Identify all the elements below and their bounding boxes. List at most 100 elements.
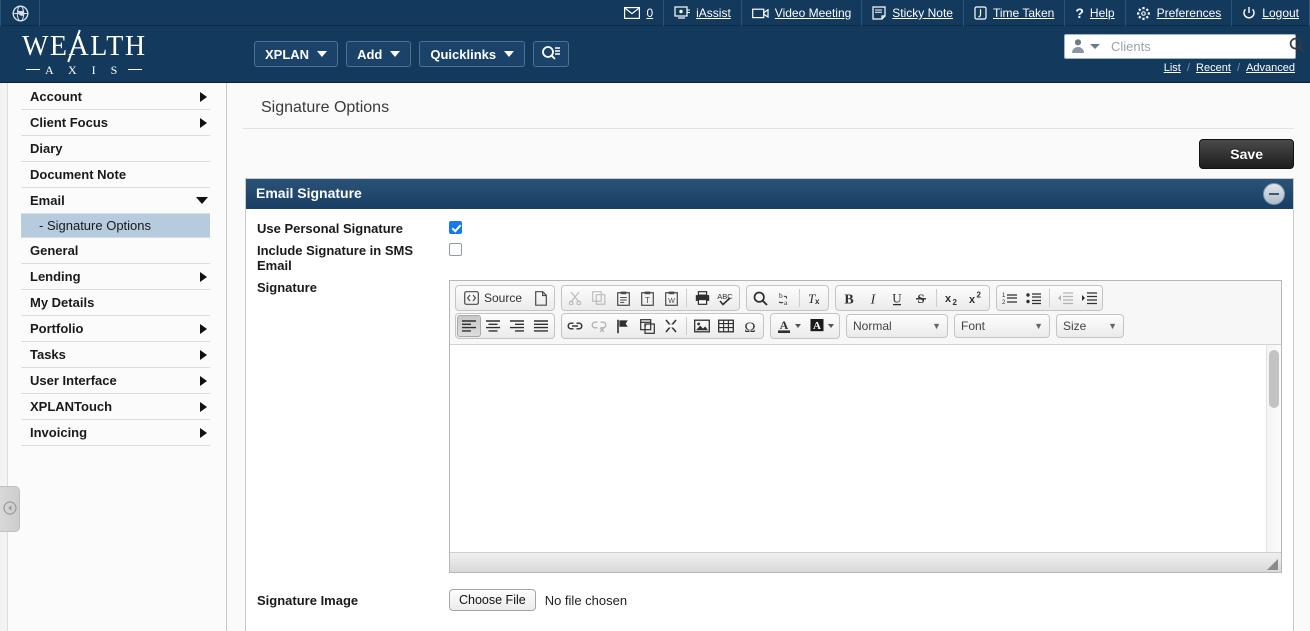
editor-italic-button[interactable]: I — [861, 287, 885, 309]
label-signature: Signature — [257, 280, 317, 295]
editor-insert-field-button[interactable]: 7 — [635, 315, 659, 337]
save-button[interactable]: Save — [1199, 139, 1294, 169]
checkbox-use-personal-signature[interactable] — [449, 221, 462, 234]
topbar-label-sticky-note[interactable]: Sticky Note — [892, 6, 953, 20]
editor-superscript-button[interactable]: x2 — [964, 287, 988, 309]
nav-button-search-list[interactable] — [533, 41, 570, 67]
editor-paragraph-format-dropdown[interactable]: Normal ▼ — [846, 314, 948, 338]
topbar-item-time-taken[interactable]: Time Taken — [964, 0, 1066, 26]
sidebar-item-lending[interactable]: Lending — [21, 264, 210, 290]
editor-bulleted-list-button[interactable] — [1022, 287, 1046, 309]
editor-paste-button[interactable] — [611, 287, 635, 309]
sidebar-item-invoicing[interactable]: Invoicing — [21, 420, 210, 446]
topbar-label-mail[interactable]: 0 — [646, 6, 653, 20]
topbar-label-preferences[interactable]: Preferences — [1157, 6, 1222, 20]
editor-copy-button[interactable] — [587, 287, 611, 309]
editor-link-button[interactable] — [563, 315, 587, 337]
editor-subscript-button[interactable]: x2 — [940, 287, 964, 309]
main-navbar: WEALTH A X I S XPLAN Add Quicklinks Clie… — [0, 26, 1310, 83]
sidebar-item-email[interactable]: Email — [21, 188, 210, 214]
editor-table-button[interactable] — [714, 315, 738, 337]
sidebar-item-client-focus[interactable]: Client Focus — [21, 110, 210, 136]
topbar-item-sticky-note[interactable]: Sticky Note — [862, 0, 964, 26]
topbar-item-iassist[interactable]: iAssist — [664, 0, 742, 26]
editor-align-left-button[interactable] — [457, 315, 481, 337]
search-link-advanced[interactable]: Advanced — [1246, 62, 1295, 74]
editor-paste-text-button[interactable]: T — [635, 287, 659, 309]
editor-bg-color-button[interactable]: A — [805, 315, 838, 337]
editor-resize-grip[interactable] — [1267, 559, 1278, 570]
sidebar-item-tasks[interactable]: Tasks — [21, 342, 210, 368]
nav-button-quicklinks[interactable]: Quicklinks — [419, 41, 526, 67]
sidebar-item-xplantouch[interactable]: XPLANTouch — [21, 394, 210, 420]
editor-anchor-button[interactable] — [611, 315, 635, 337]
sidebar-item-diary[interactable]: Diary — [21, 136, 210, 162]
topbar-item-video-meeting[interactable]: Video Meeting — [742, 0, 863, 26]
brand-logo[interactable]: WEALTH A X I S — [22, 29, 202, 76]
topbar-label-help[interactable]: Help — [1090, 6, 1115, 20]
sidebar-item-my-details[interactable]: My Details — [21, 290, 210, 316]
editor-align-right-button[interactable] — [505, 315, 529, 337]
svg-text:2: 2 — [953, 298, 958, 306]
editor-new-page-button[interactable] — [529, 287, 553, 309]
topbar-item-logout[interactable]: Logout — [1232, 0, 1310, 26]
editor-image-button[interactable] — [690, 315, 714, 337]
choose-file-button[interactable]: Choose File — [449, 589, 536, 611]
topbar-label-iassist[interactable]: iAssist — [696, 6, 731, 20]
editor-outdent-button[interactable] — [1053, 287, 1077, 309]
editor-vertical-scrollbar[interactable] — [1266, 345, 1281, 552]
editor-text-color-button[interactable]: A — [772, 315, 805, 337]
search-input[interactable] — [1109, 38, 1289, 55]
minus-circle-icon[interactable] — [1263, 183, 1285, 205]
editor-spellcheck-button[interactable]: ABC — [714, 287, 738, 309]
editor-print-button[interactable] — [690, 287, 714, 309]
nav-button-add[interactable]: Add — [346, 41, 412, 67]
text-color-icon: A — [778, 318, 790, 333]
editor-align-center-button[interactable] — [481, 315, 505, 337]
globe-icon[interactable] — [0, 0, 40, 26]
editor-special-char-button[interactable]: Ω — [738, 315, 762, 337]
topbar-label-video-meeting[interactable]: Video Meeting — [775, 6, 852, 20]
sidebar-item-user-interface[interactable]: User Interface — [21, 368, 210, 394]
checkbox-include-sms[interactable] — [449, 243, 462, 256]
search-box[interactable] — [1064, 34, 1305, 59]
topbar-item-help[interactable]: ? Help — [1065, 0, 1126, 26]
search-link-list[interactable]: List — [1164, 62, 1181, 74]
topbar-item-mail[interactable]: 0 — [614, 0, 665, 26]
editor-replace-button[interactable]: ba — [772, 287, 796, 309]
editor-size-dropdown[interactable]: Size ▼ — [1056, 314, 1124, 338]
panel-title: Email Signature — [256, 184, 362, 201]
editor-source-button[interactable]: Source — [457, 287, 529, 309]
field-signature: Signature Source T W ABC b a T x B I U x… — [246, 280, 1293, 573]
editor-scrollbar-thumb[interactable] — [1269, 350, 1279, 408]
chevron-down-icon[interactable] — [1090, 44, 1100, 49]
editor-page-break-button[interactable] — [659, 315, 683, 337]
topbar-label-time-taken[interactable]: Time Taken — [993, 6, 1054, 20]
search-link-recent[interactable]: Recent — [1196, 62, 1231, 74]
topbar-item-preferences[interactable]: Preferences — [1126, 0, 1233, 26]
sidebar-item-signature-options[interactable]: - Signature Options — [21, 214, 210, 238]
editor-cut-button[interactable] — [563, 287, 587, 309]
nav-button-xplan[interactable]: XPLAN — [254, 41, 339, 67]
sidebar-item-document-note[interactable]: Document Note — [21, 162, 210, 188]
sidebar-item-portfolio[interactable]: Portfolio — [21, 316, 210, 342]
editor-font-dropdown[interactable]: Font ▼ — [954, 314, 1050, 338]
editor-numbered-list-button[interactable]: 12 — [998, 287, 1022, 309]
editor-underline-button[interactable]: U — [885, 287, 909, 309]
editor-strike-button[interactable]: S — [909, 287, 933, 309]
sidebar-item-account[interactable]: Account — [21, 84, 210, 110]
editor-indent-button[interactable] — [1077, 287, 1101, 309]
search-icon[interactable] — [1289, 37, 1305, 56]
editor-remove-format-button[interactable]: Tx — [803, 287, 827, 309]
person-icon[interactable] — [1071, 38, 1085, 56]
editor-paste-word-button[interactable]: W — [659, 287, 683, 309]
sidebar-item-general[interactable]: General — [21, 238, 210, 264]
editor-find-button[interactable] — [748, 287, 772, 309]
sidebar-collapse-handle[interactable] — [0, 486, 20, 532]
editor-content[interactable] — [450, 345, 1266, 552]
label-include-sms: Include Signature in SMS Email — [257, 243, 414, 273]
topbar-label-logout[interactable]: Logout — [1262, 6, 1299, 20]
editor-bold-button[interactable]: B — [837, 287, 861, 309]
editor-justify-button[interactable] — [529, 315, 553, 337]
editor-unlink-button[interactable] — [587, 315, 611, 337]
